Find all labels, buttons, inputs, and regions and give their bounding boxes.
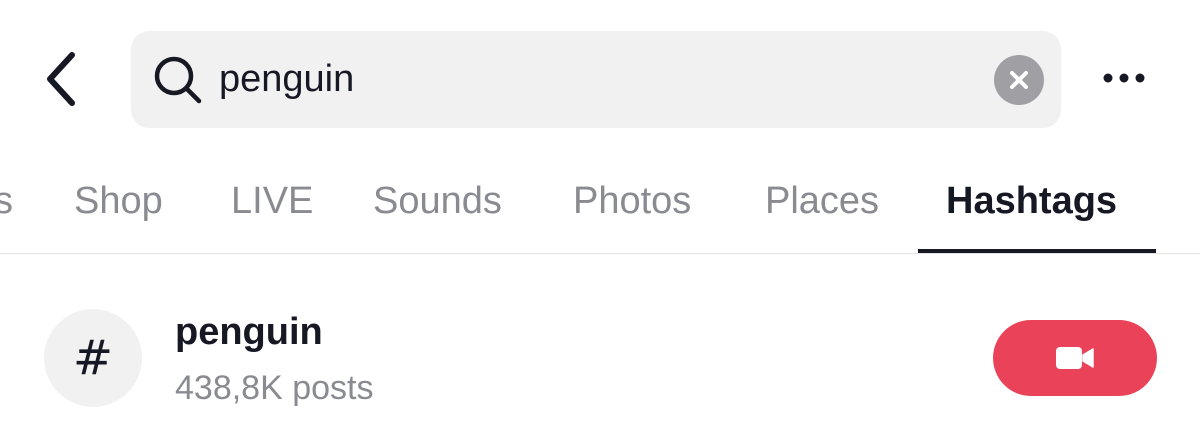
more-options-button[interactable] xyxy=(1096,50,1152,106)
hashtag-name[interactable]: penguin xyxy=(175,308,323,356)
tab-shop[interactable]: Shop xyxy=(74,176,163,226)
clear-icon xyxy=(1010,71,1028,89)
search-icon xyxy=(154,56,202,104)
video-camera-icon xyxy=(1056,347,1094,369)
tab-sounds[interactable]: Sounds xyxy=(373,176,502,226)
tab-truncated[interactable]: s xyxy=(0,176,13,226)
tab-hashtags[interactable]: Hashtags xyxy=(946,176,1117,226)
more-horizontal-icon xyxy=(1103,73,1145,83)
tab-places[interactable]: Places xyxy=(765,176,879,226)
back-button[interactable] xyxy=(30,44,90,114)
hashtag-symbol: # xyxy=(72,330,114,386)
record-video-button[interactable] xyxy=(993,320,1157,396)
search-input[interactable] xyxy=(219,47,979,111)
hashtag-post-count: 438,8K posts xyxy=(175,369,374,407)
tabs-divider xyxy=(0,253,1200,254)
chevron-left-icon xyxy=(47,52,75,106)
tab-photos[interactable]: Photos xyxy=(573,176,691,226)
hashtag-avatar[interactable]: # xyxy=(44,309,142,407)
tab-live[interactable]: LIVE xyxy=(231,176,313,226)
search-bar[interactable] xyxy=(131,31,1061,128)
clear-search-button[interactable] xyxy=(994,55,1044,105)
